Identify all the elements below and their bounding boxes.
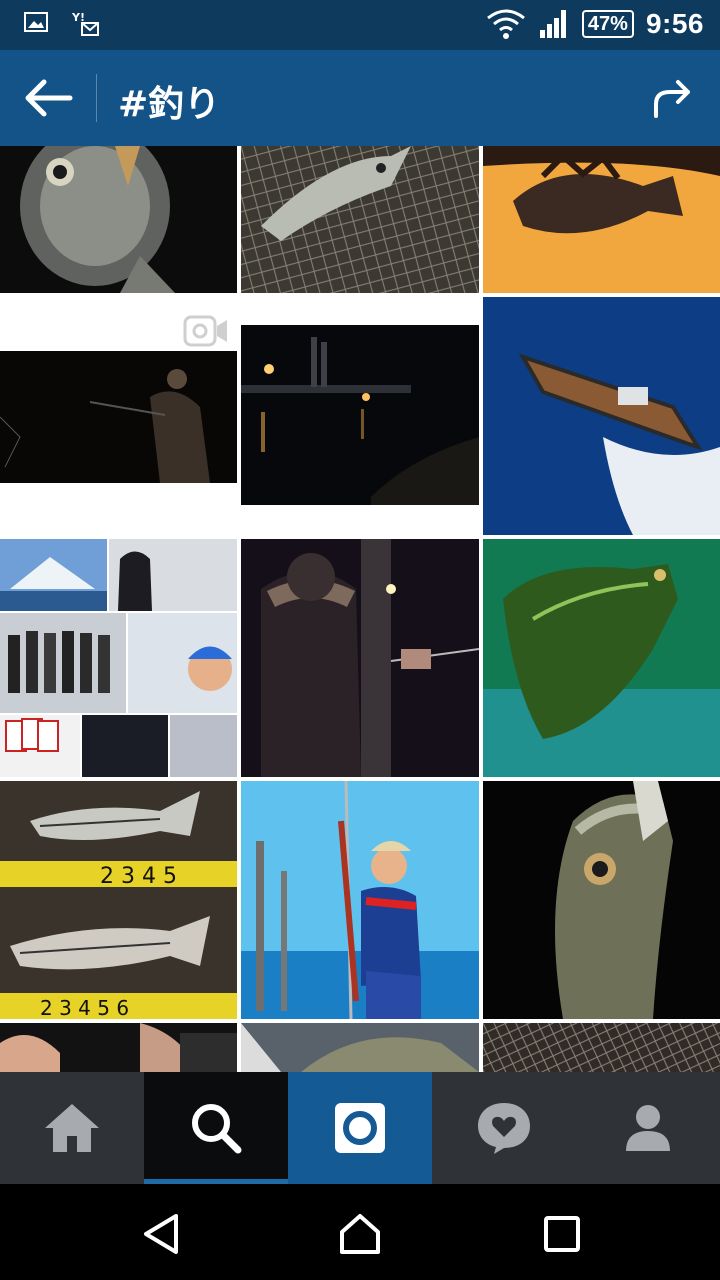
photo-seabass-night-closeup[interactable] — [0, 146, 237, 293]
status-bar: Y! 47% 9:56 — [0, 0, 720, 50]
nav-back-icon[interactable] — [140, 1212, 184, 1256]
tab-profile[interactable] — [576, 1072, 720, 1184]
svg-text:2 3 4 5: 2 3 4 5 — [100, 864, 177, 889]
photo-hand-fish-partial[interactable] — [0, 1023, 237, 1072]
camera-icon — [335, 1103, 385, 1153]
battery-indicator: 47% — [581, 10, 634, 38]
photo-seabass-measure[interactable]: 2 3 4 5 2 3 4 5 6 — [0, 781, 237, 1019]
signal-icon — [539, 10, 566, 38]
photo-fish-in-net[interactable] — [241, 146, 479, 293]
back-arrow-icon[interactable] — [22, 76, 74, 120]
photo-boat-deck-partial[interactable] — [241, 1023, 479, 1072]
nav-recents-icon[interactable] — [540, 1212, 584, 1256]
tab-camera[interactable] — [288, 1072, 432, 1184]
tab-activity[interactable] — [432, 1072, 576, 1184]
photo-boat-fishing-catch[interactable] — [241, 781, 479, 1019]
photo-green-bass[interactable] — [483, 539, 720, 777]
app-bar: #釣り — [0, 50, 720, 146]
wifi-icon — [487, 9, 525, 39]
photo-night-angler-jacket[interactable] — [241, 539, 479, 777]
bottom-tab-bar — [0, 1072, 720, 1184]
nav-home-icon[interactable] — [338, 1212, 382, 1256]
activity-heart-icon — [478, 1103, 530, 1154]
photo-net-partial[interactable] — [483, 1023, 720, 1072]
tab-search[interactable] — [144, 1072, 288, 1184]
svg-text:2 3 4 5 6: 2 3 4 5 6 — [40, 996, 129, 1019]
photo-night-harbor-lights[interactable] — [241, 297, 479, 535]
photo-grid: 2 3 4 5 2 3 4 5 6 — [0, 146, 720, 1072]
video-night-fishing-man[interactable] — [0, 297, 237, 535]
home-icon — [45, 1104, 99, 1152]
system-navigation-bar — [0, 1184, 720, 1280]
photo-speedboat[interactable] — [483, 297, 720, 535]
image-icon — [24, 12, 48, 32]
search-icon — [192, 1104, 242, 1154]
yahoo-mail-icon: Y! — [72, 11, 99, 36]
hashtag-title: #釣り — [118, 84, 221, 125]
tab-home[interactable] — [0, 1072, 144, 1184]
profile-icon — [626, 1105, 670, 1151]
photo-collage-mount-fuji-friends[interactable] — [0, 539, 237, 777]
video-camera-icon — [183, 315, 227, 347]
clock: 9:56 — [645, 8, 704, 39]
photo-rockfish-orange[interactable] — [483, 146, 720, 293]
app-bar-divider — [96, 74, 97, 122]
share-icon[interactable] — [650, 76, 694, 120]
photo-seabass-dark[interactable] — [483, 781, 720, 1019]
